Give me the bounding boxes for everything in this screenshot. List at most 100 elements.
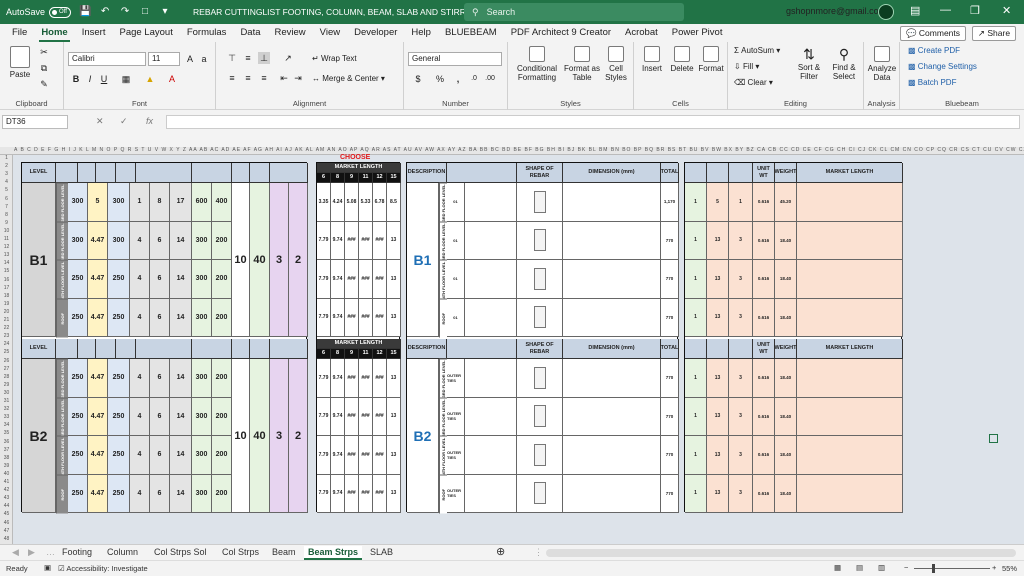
- add-sheet-icon[interactable]: ⊕: [492, 546, 509, 560]
- batch-pdf-button[interactable]: ▩ Batch PDF: [908, 78, 956, 87]
- increase-indent-icon[interactable]: ⇥: [292, 72, 304, 84]
- align-center-icon[interactable]: ≡: [242, 72, 254, 84]
- menu-insert[interactable]: Insert: [80, 24, 108, 42]
- menu-developer[interactable]: Developer: [352, 24, 399, 42]
- row-number[interactable]: 14: [0, 260, 13, 266]
- conditional-formatting-button[interactable]: Conditional Formatting: [512, 46, 562, 82]
- row-number[interactable]: 17: [0, 285, 13, 291]
- menu-pdf-architect[interactable]: PDF Architect 9 Creator: [509, 24, 613, 42]
- cell-styles-button[interactable]: Cell Styles: [600, 46, 632, 82]
- row-number[interactable]: 41: [0, 479, 13, 485]
- row-number[interactable]: 12: [0, 244, 13, 250]
- tab-options-icon[interactable]: ⋮: [530, 546, 547, 560]
- analyze-data-button[interactable]: Analyze Data: [866, 46, 898, 82]
- comma-icon[interactable]: ,: [452, 73, 464, 85]
- row-number[interactable]: 38: [0, 455, 13, 461]
- user-email[interactable]: gshopnmore@gmail.com: [786, 6, 886, 16]
- menu-power-pivot[interactable]: Power Pivot: [670, 24, 725, 42]
- menu-page-layout[interactable]: Page Layout: [117, 24, 174, 42]
- menu-view[interactable]: View: [318, 24, 342, 42]
- row-number[interactable]: 34: [0, 422, 13, 428]
- menu-help[interactable]: Help: [409, 24, 433, 42]
- row-number[interactable]: 45: [0, 511, 13, 517]
- save-icon[interactable]: 💾: [79, 6, 91, 18]
- zoom-slider[interactable]: [914, 568, 990, 569]
- menu-file[interactable]: File: [10, 24, 29, 42]
- orientation-icon[interactable]: ↗: [282, 52, 294, 64]
- comments-button[interactable]: 💬 Comments: [900, 26, 966, 41]
- copy-icon[interactable]: ⧉: [38, 62, 50, 74]
- tab-column[interactable]: Column: [103, 546, 142, 560]
- formula-input[interactable]: [166, 115, 1020, 129]
- tab-beam[interactable]: Beam: [268, 546, 300, 560]
- clear-button[interactable]: ⌫ Clear ▾: [734, 78, 773, 87]
- find-select-button[interactable]: ⚲ Find & Select: [826, 46, 862, 81]
- avatar[interactable]: [878, 4, 894, 20]
- row-number[interactable]: 39: [0, 463, 13, 469]
- wrap-text-button[interactable]: ↵ Wrap Text: [312, 54, 357, 63]
- cut-icon[interactable]: ✂: [38, 46, 50, 58]
- document-title[interactable]: REBAR CUTTINGLIST FOOTING, COLUMN, BEAM,…: [193, 7, 490, 18]
- row-number[interactable]: 27: [0, 366, 13, 372]
- menu-review[interactable]: Review: [273, 24, 308, 42]
- row-number[interactable]: 3: [0, 171, 13, 177]
- fill-color-icon[interactable]: ▲: [144, 73, 156, 85]
- row-number[interactable]: 33: [0, 414, 13, 420]
- number-format-select[interactable]: General: [408, 52, 502, 66]
- create-pdf-button[interactable]: ▩ Create PDF: [908, 46, 960, 55]
- row-number[interactable]: 42: [0, 487, 13, 493]
- row-number[interactable]: 46: [0, 520, 13, 526]
- customize-qat-icon[interactable]: ▾: [159, 6, 171, 18]
- decrease-decimal-icon[interactable]: .00: [484, 73, 496, 85]
- macro-record-icon[interactable]: ▣: [44, 563, 51, 572]
- font-name-select[interactable]: Calibri: [68, 52, 146, 66]
- zoom-in-icon[interactable]: +: [992, 563, 996, 572]
- decrease-font-icon[interactable]: a: [198, 53, 210, 65]
- row-number[interactable]: 18: [0, 293, 13, 299]
- percent-icon[interactable]: %: [434, 73, 446, 85]
- align-left-icon[interactable]: ≡: [226, 72, 238, 84]
- share-button[interactable]: ↗ Share: [972, 26, 1016, 41]
- italic-icon[interactable]: I: [84, 73, 96, 85]
- close-icon[interactable]: ✕: [1002, 4, 1011, 17]
- new-file-icon[interactable]: □: [139, 6, 151, 18]
- autosum-button[interactable]: Σ AutoSum ▾: [734, 46, 780, 55]
- merge-center-button[interactable]: ↔ Merge & Center ▾: [312, 74, 385, 83]
- borders-icon[interactable]: ▦: [120, 73, 132, 85]
- row-number[interactable]: 25: [0, 349, 13, 355]
- tab-col-strps-sol[interactable]: Col Strps Sol: [150, 546, 211, 560]
- change-settings-button[interactable]: ▩ Change Settings: [908, 62, 977, 71]
- row-number[interactable]: 1: [0, 155, 13, 161]
- horizontal-scrollbar[interactable]: [546, 549, 1016, 557]
- autosave-control[interactable]: AutoSave Off: [6, 6, 72, 18]
- row-number[interactable]: 13: [0, 252, 13, 258]
- accessibility-status[interactable]: ☑ Accessibility: Investigate: [58, 564, 148, 573]
- row-number[interactable]: 31: [0, 398, 13, 404]
- row-number[interactable]: 10: [0, 228, 13, 234]
- row-number[interactable]: 40: [0, 471, 13, 477]
- menu-home[interactable]: Home: [39, 24, 70, 42]
- align-bottom-icon[interactable]: ⊥: [258, 52, 270, 64]
- row-number[interactable]: 24: [0, 341, 13, 347]
- tab-prev-icon[interactable]: ◀: [8, 546, 23, 560]
- align-middle-icon[interactable]: ≡: [242, 52, 254, 64]
- row-number[interactable]: 7: [0, 204, 13, 210]
- row-number[interactable]: 43: [0, 495, 13, 501]
- row-number[interactable]: 16: [0, 277, 13, 283]
- row-number[interactable]: 48: [0, 536, 13, 542]
- format-painter-icon[interactable]: ✎: [38, 78, 50, 90]
- fill-button[interactable]: ⇩ Fill ▾: [734, 62, 759, 71]
- row-number[interactable]: 2: [0, 163, 13, 169]
- align-top-icon[interactable]: ⊤: [226, 52, 238, 64]
- zoom-thumb[interactable]: [932, 564, 935, 573]
- row-number[interactable]: 35: [0, 430, 13, 436]
- row-number[interactable]: 32: [0, 406, 13, 412]
- autosave-toggle[interactable]: Off: [49, 6, 72, 18]
- row-number[interactable]: 21: [0, 317, 13, 323]
- row-number[interactable]: 6: [0, 196, 13, 202]
- format-cells-button[interactable]: Format: [696, 46, 726, 73]
- row-number[interactable]: 29: [0, 382, 13, 388]
- currency-icon[interactable]: $: [412, 73, 424, 85]
- tab-col-strps[interactable]: Col Strps: [218, 546, 263, 560]
- enter-icon[interactable]: ✓: [120, 116, 128, 127]
